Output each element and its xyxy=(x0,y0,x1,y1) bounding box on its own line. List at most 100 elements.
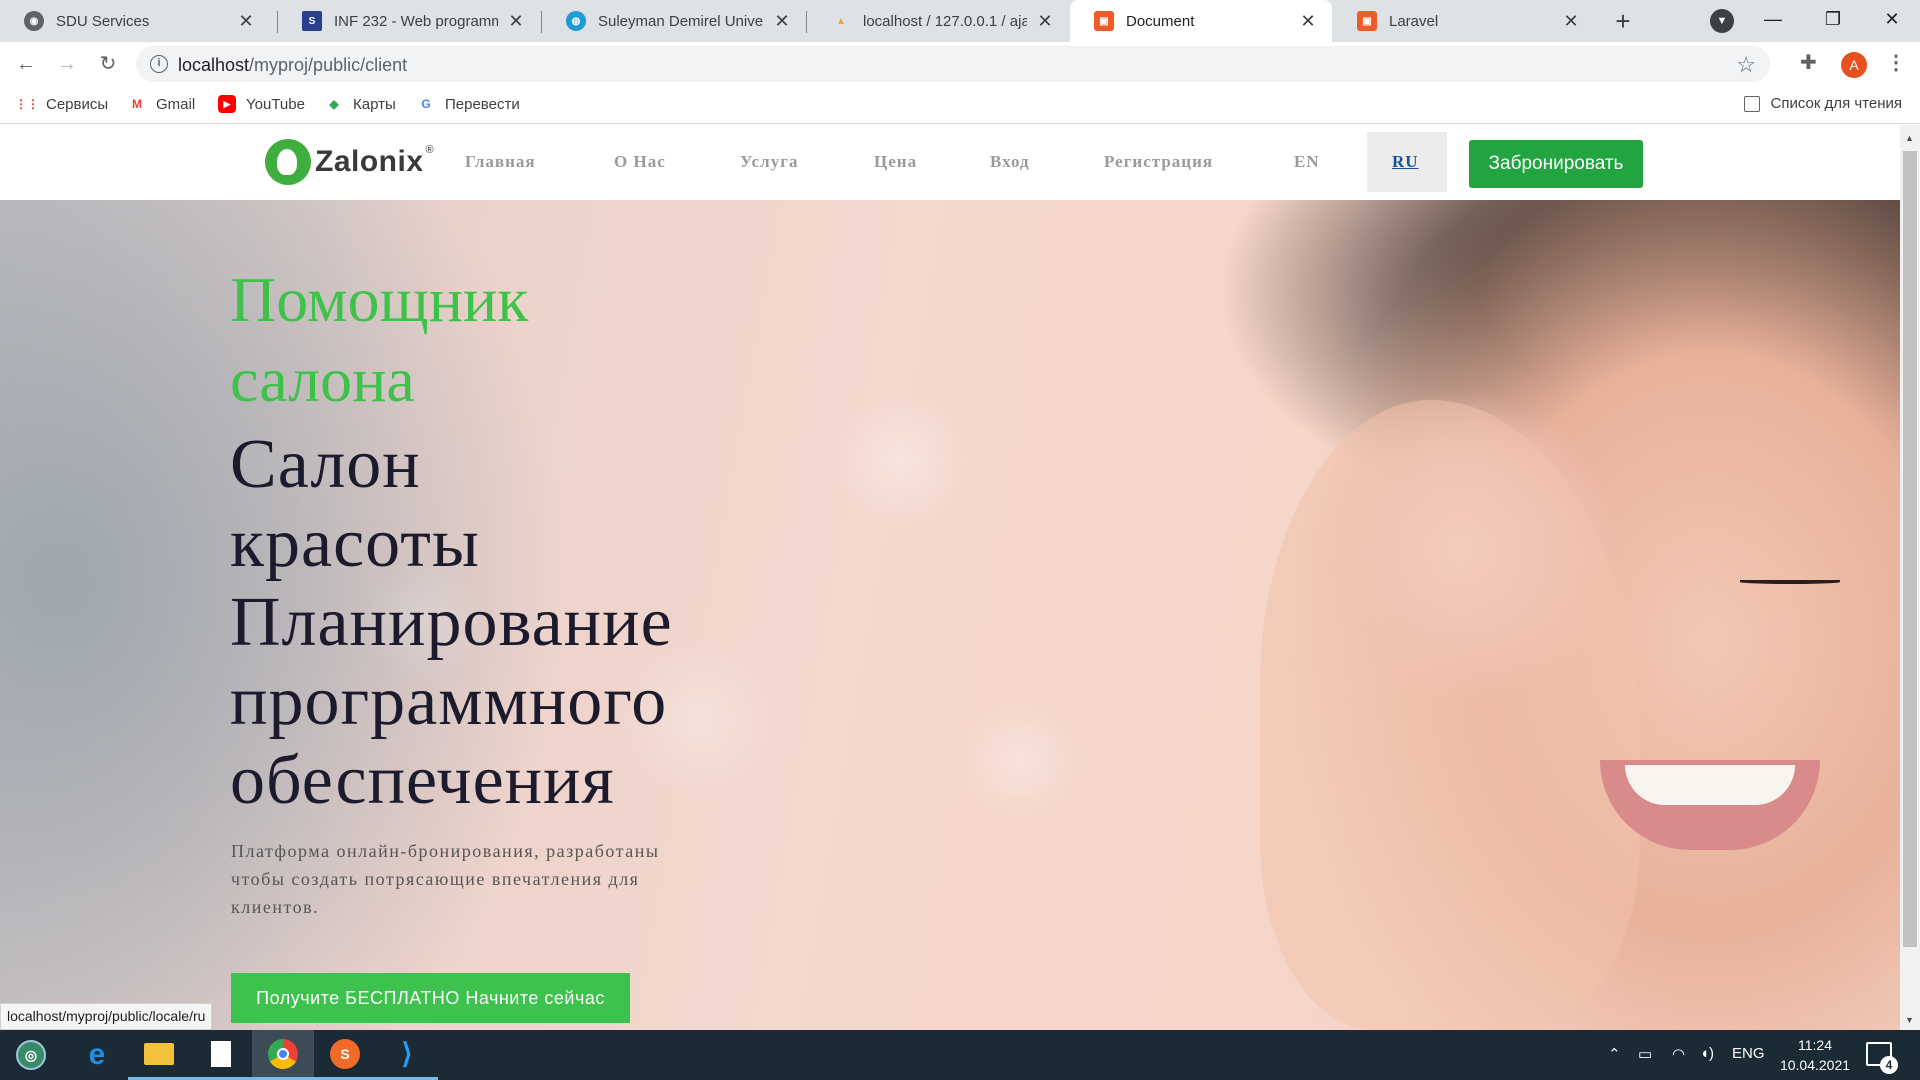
close-icon[interactable]: ✕ xyxy=(236,11,256,31)
close-icon[interactable]: ✕ xyxy=(1035,11,1055,31)
hero-subtitle-line: салона xyxy=(230,344,415,415)
clock-time: 11:24 xyxy=(1798,1037,1832,1053)
chrome-icon xyxy=(268,1038,298,1069)
system-clock[interactable]: 11:24 10.04.2021 xyxy=(1770,1035,1860,1075)
bookmark-maps[interactable]: ◆ Карты xyxy=(325,95,395,113)
tab-phpmyadmin[interactable]: ▲ localhost / 127.0.0.1 / ajax / ✕ xyxy=(807,0,1069,42)
bookmark-translate[interactable]: G Перевести xyxy=(417,95,520,113)
browser-menu-icon[interactable]: ⋮ xyxy=(1886,50,1906,75)
bookmark-youtube[interactable]: ▶ YouTube xyxy=(218,95,305,113)
bookmark-label: YouTube xyxy=(246,95,305,113)
scrollbar-thumb[interactable] xyxy=(1903,151,1917,947)
url-text[interactable]: localhost/myproj/public/client xyxy=(178,55,407,76)
nav-price[interactable]: Цена xyxy=(874,152,917,172)
start-button[interactable]: ◎ xyxy=(0,1030,62,1080)
nav-lang-ru[interactable]: RU xyxy=(1392,152,1419,172)
battery-icon[interactable]: ▭ xyxy=(1638,1045,1652,1063)
forward-button[interactable]: → xyxy=(53,50,81,78)
status-bar-url: localhost/myproj/public/locale/ru xyxy=(0,1003,213,1030)
bookmark-label: Сервисы xyxy=(46,95,109,113)
browser-toolbar: ← → ↻ i localhost/myproj/public/client ☆ xyxy=(0,42,1920,86)
sublime-icon: S xyxy=(330,1038,360,1069)
hero-title-line: программного xyxy=(230,663,668,740)
bookmark-label: Перевести xyxy=(445,95,520,113)
hero-subtitle: Помощник салона xyxy=(230,260,930,420)
wifi-icon[interactable]: ◠ xyxy=(1672,1045,1685,1063)
maps-icon: ◆ xyxy=(329,97,339,111)
bookmark-apps[interactable]: ⋮⋮ Сервисы xyxy=(15,95,109,113)
tab-suleyman-demirel[interactable]: ◍ Suleyman Demirel University ✕ xyxy=(542,0,806,42)
nav-about[interactable]: О Нас xyxy=(614,152,666,172)
hero-title-line: Планирование xyxy=(230,584,673,661)
reading-list-button[interactable]: Список для чтения xyxy=(1744,95,1902,112)
address-bar[interactable]: i localhost/myproj/public/client ☆ xyxy=(136,46,1770,82)
back-button[interactable]: ← xyxy=(12,50,40,78)
taskbar-vscode[interactable]: ⟩ xyxy=(376,1030,438,1080)
close-window-button[interactable]: ✕ xyxy=(1864,0,1920,40)
nav-service[interactable]: Услуга xyxy=(740,152,798,172)
logo-face-icon xyxy=(265,139,311,185)
taskbar-edge[interactable]: e xyxy=(66,1030,128,1080)
taskbar-sublime[interactable]: S xyxy=(314,1030,376,1080)
close-icon[interactable]: ✕ xyxy=(772,11,792,31)
hero-hand-shape xyxy=(1260,400,1640,1030)
tab-strip: ◉ SDU Services ✕ S INF 232 - Web program… xyxy=(0,0,1920,42)
start-icon: ◎ xyxy=(16,1040,46,1070)
page-scrollbar[interactable]: ▲ ▼ xyxy=(1900,125,1920,1030)
site-info-icon[interactable]: i xyxy=(150,55,168,73)
tab-search-icon[interactable]: ▼ xyxy=(1710,9,1734,33)
laravel-icon: ▣ xyxy=(1094,11,1114,31)
tab-document[interactable]: ▣ Document ✕ xyxy=(1070,0,1332,42)
page-viewport: Zalonix ® Главная О Нас Услуга Цена Вход… xyxy=(0,125,1900,1030)
nav-home[interactable]: Главная xyxy=(465,152,536,172)
new-tab-button[interactable]: + xyxy=(1610,8,1636,35)
reload-button[interactable]: ↻ xyxy=(94,50,122,78)
tab-title: Suleyman Demirel University xyxy=(598,12,764,30)
reading-list-icon xyxy=(1744,95,1761,112)
nav-lang-en[interactable]: EN xyxy=(1294,152,1320,172)
gmail-icon: M xyxy=(132,97,142,111)
youtube-icon: ▶ xyxy=(218,95,236,113)
tab-sdu-services[interactable]: ◉ SDU Services ✕ xyxy=(0,0,270,42)
language-indicator[interactable]: ENG xyxy=(1732,1045,1765,1062)
tab-inf232[interactable]: S INF 232 - Web programming ✕ xyxy=(278,0,540,42)
volume-icon[interactable]: ◖) xyxy=(1700,1045,1714,1062)
close-icon[interactable]: ✕ xyxy=(506,11,526,31)
taskbar-chrome[interactable] xyxy=(252,1030,314,1080)
book-button[interactable]: Забронировать xyxy=(1469,140,1643,188)
bookmark-star-icon[interactable]: ☆ xyxy=(1736,52,1756,78)
url-host: localhost xyxy=(178,55,250,75)
tab-title: INF 232 - Web programming xyxy=(334,12,498,30)
edge-icon: e xyxy=(88,1038,106,1071)
bookmark-gmail[interactable]: M Gmail xyxy=(128,95,195,113)
tab-title: Document xyxy=(1126,12,1195,30)
tab-title: localhost / 127.0.0.1 / ajax / xyxy=(863,12,1027,30)
reading-list-label: Список для чтения xyxy=(1770,95,1902,112)
notepad-icon xyxy=(211,1040,231,1067)
nav-register[interactable]: Регистрация xyxy=(1104,152,1213,172)
close-icon[interactable]: ✕ xyxy=(1298,11,1318,31)
translate-icon: G xyxy=(421,97,431,111)
url-path: /myproj/public/client xyxy=(249,55,408,75)
hero-title-line: красоты xyxy=(230,505,480,582)
taskbar-file-explorer[interactable] xyxy=(128,1030,190,1080)
minimize-button[interactable]: — xyxy=(1745,0,1801,40)
profile-avatar[interactable]: A xyxy=(1841,52,1867,78)
close-icon[interactable]: ✕ xyxy=(1561,11,1581,31)
cta-start-free-button[interactable]: Получите БЕСПЛАТНО Начните сейчас xyxy=(231,973,630,1023)
restore-button[interactable]: ❐ xyxy=(1805,0,1861,40)
scroll-up-arrow-icon[interactable]: ▲ xyxy=(1905,133,1914,143)
site-logo[interactable]: Zalonix ® xyxy=(265,139,434,185)
site-navbar: Zalonix ® Главная О Нас Услуга Цена Вход… xyxy=(0,125,1900,200)
scroll-down-arrow-icon[interactable]: ▼ xyxy=(1905,1015,1914,1025)
extensions-puzzle-icon[interactable]: ✚ xyxy=(1800,50,1817,75)
apps-grid-icon: ⋮⋮ xyxy=(15,97,39,111)
hero-section: Помощник салона Салон красоты Планирован… xyxy=(0,200,1900,1030)
nav-login[interactable]: Вход xyxy=(990,152,1030,172)
tab-laravel[interactable]: ▣ Laravel ✕ xyxy=(1333,0,1595,42)
taskbar-notepad[interactable] xyxy=(190,1030,252,1080)
vscode-icon: ⟩ xyxy=(401,1038,413,1069)
tray-chevron-icon[interactable]: ⌃ xyxy=(1608,1045,1621,1063)
hero-title-line: Салон xyxy=(230,426,421,503)
hero-description: Платформа онлайн-бронирования, разработа… xyxy=(231,841,660,917)
